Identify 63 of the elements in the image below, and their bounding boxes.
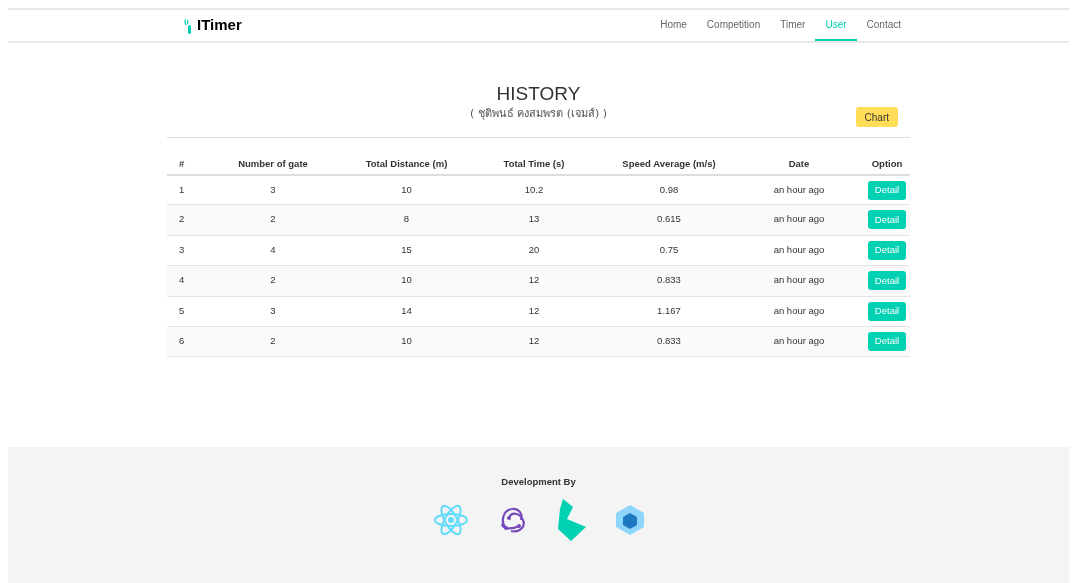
column-header: Date <box>734 154 864 175</box>
table-cell: an hour ago <box>734 174 864 205</box>
nav-link[interactable]: Home <box>650 10 697 41</box>
atom-icon <box>432 504 469 537</box>
table-cell: 10 <box>349 326 464 357</box>
detail-button[interactable]: Detail <box>867 240 907 260</box>
table-cell: 4 <box>197 235 349 266</box>
brand-name: ITimer <box>197 15 242 36</box>
column-header: Total Distance (m) <box>349 154 464 175</box>
nav-link[interactable]: Contact <box>856 10 911 41</box>
cube-icon <box>614 504 645 537</box>
table-cell: 0.98 <box>604 174 734 205</box>
table-cell: 10.2 <box>464 174 604 205</box>
table-cell: 10 <box>349 174 464 205</box>
user-name: ( ชุติพนธ์ คงสมพรต (เจมส์) ) <box>469 106 608 122</box>
table-cell: 0.615 <box>604 204 734 236</box>
chart-button[interactable]: Chart <box>855 107 898 127</box>
table-cell: 1 <box>167 174 197 205</box>
column-header: Option <box>864 154 910 175</box>
column-header: Speed Average (m/s) <box>604 154 734 175</box>
table-cell: 10 <box>349 265 464 297</box>
block-logo-icon <box>556 499 587 542</box>
page-title: HISTORY <box>496 82 581 106</box>
table-cell: 5 <box>167 296 197 327</box>
detail-button[interactable]: Detail <box>867 271 907 291</box>
table-cell: 0.833 <box>604 265 734 297</box>
nav-link[interactable]: User <box>815 10 857 41</box>
table-cell: 0.75 <box>604 235 734 266</box>
table-cell: 20 <box>464 235 604 266</box>
signal-logo-icon <box>184 17 194 34</box>
table-cell: 12 <box>464 326 604 357</box>
detail-button[interactable]: Detail <box>867 301 907 321</box>
table-cell: 3 <box>197 174 349 205</box>
table-cell: an hour ago <box>734 204 864 236</box>
table-cell: an hour ago <box>734 326 864 357</box>
table-cell: 3 <box>167 235 197 266</box>
table-cell: 2 <box>197 265 349 297</box>
table-cell: 14 <box>349 296 464 327</box>
table-cell: 13 <box>464 204 604 236</box>
table-cell: 2 <box>197 326 349 357</box>
table-cell: an hour ago <box>734 296 864 327</box>
table-cell: 15 <box>349 235 464 266</box>
table-cell: 2 <box>167 204 197 236</box>
table-cell: 12 <box>464 265 604 297</box>
nav-link[interactable]: Competition <box>696 10 771 41</box>
column-header: Number of gate <box>197 154 349 175</box>
detail-button[interactable]: Detail <box>867 180 907 200</box>
nav-link[interactable]: Timer <box>770 10 816 41</box>
table-cell: an hour ago <box>734 235 864 266</box>
detail-button[interactable]: Detail <box>867 331 907 351</box>
table-cell: 6 <box>167 326 197 357</box>
column-header: Total Time (s) <box>464 154 604 175</box>
table-cell: 8 <box>349 204 464 236</box>
table-cell: 0.833 <box>604 326 734 357</box>
table-cell: 4 <box>167 265 197 297</box>
table-cell: 1.167 <box>604 296 734 327</box>
column-header: # <box>167 154 197 175</box>
table-cell: 12 <box>464 296 604 327</box>
table-cell: 3 <box>197 296 349 327</box>
detail-button[interactable]: Detail <box>867 210 907 230</box>
table-cell: 2 <box>197 204 349 236</box>
footer-heading: Development By <box>501 475 576 489</box>
table-cell: an hour ago <box>734 265 864 297</box>
